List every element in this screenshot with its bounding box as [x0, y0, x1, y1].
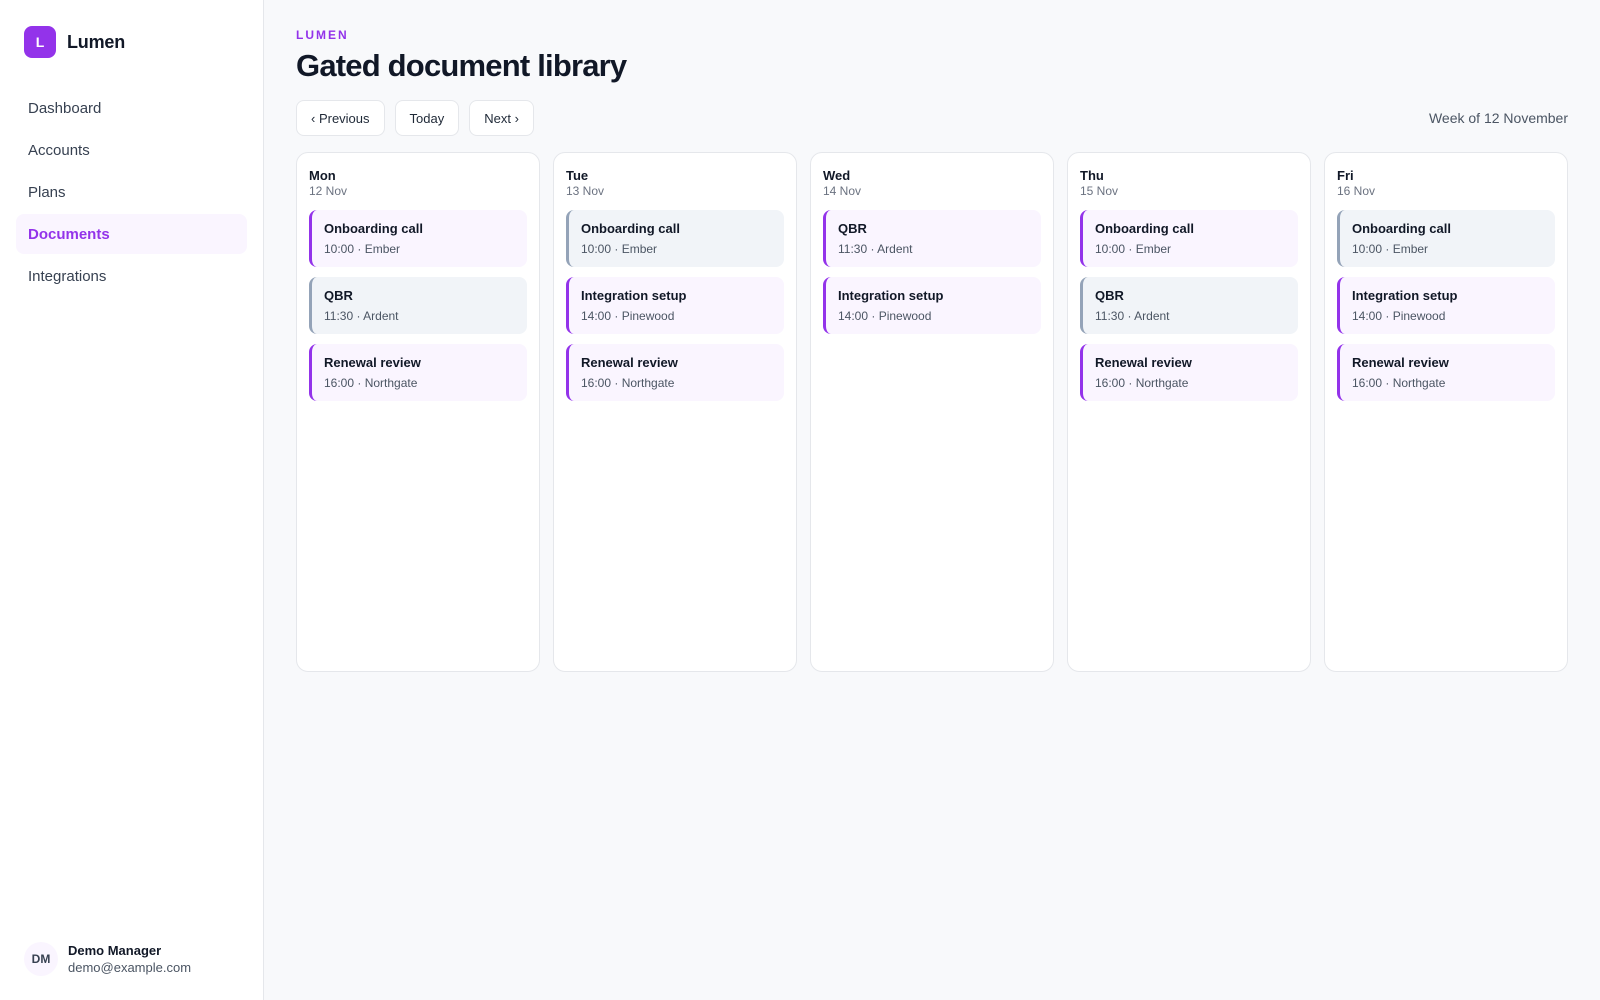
app-shell: L Lumen Dashboard Accounts Plans Documen…	[0, 0, 1600, 1000]
event-list: Onboarding call 10:00 · Ember Integratio…	[1337, 210, 1555, 401]
event-card[interactable]: Integration setup 14:00 · Pinewood	[1337, 277, 1555, 334]
brand-name: Lumen	[67, 31, 126, 52]
day-column-fri: Fri 16 Nov Onboarding call 10:00 · Ember…	[1324, 152, 1568, 672]
user-profile[interactable]: DM Demo Manager demo@example.com	[16, 942, 247, 976]
event-list: Onboarding call 10:00 · Ember Integratio…	[566, 210, 784, 401]
event-card[interactable]: Renewal review 16:00 · Northgate	[566, 344, 784, 401]
event-meta: 10:00 · Ember	[1095, 242, 1172, 256]
event-card[interactable]: Onboarding call 10:00 · Ember	[1337, 210, 1555, 267]
day-column-mon: Mon 12 Nov Onboarding call 10:00 · Ember…	[296, 152, 540, 672]
event-title: Renewal review	[1352, 355, 1449, 370]
event-title: Renewal review	[1095, 355, 1192, 370]
event-meta: 14:00 · Pinewood	[838, 309, 932, 323]
event-title: Renewal review	[581, 355, 678, 370]
day-date: 14 Nov	[823, 184, 862, 198]
event-card[interactable]: Onboarding call 10:00 · Ember	[566, 210, 784, 267]
week-grid: Mon 12 Nov Onboarding call 10:00 · Ember…	[296, 152, 1568, 672]
event-card[interactable]: Renewal review 16:00 · Northgate	[1337, 344, 1555, 401]
event-title: Onboarding call	[1095, 221, 1194, 236]
day-name: Mon	[309, 168, 336, 183]
day-date: 16 Nov	[1337, 184, 1376, 198]
event-list: QBR 11:30 · Ardent Integration setup 14:…	[823, 210, 1041, 334]
user-name: Demo Manager	[68, 943, 162, 958]
event-meta: 16:00 · Northgate	[581, 376, 675, 390]
sidebar-nav: Dashboard Accounts Plans Documents Integ…	[16, 88, 247, 296]
day-column-tue: Tue 13 Nov Onboarding call 10:00 · Ember…	[553, 152, 797, 672]
sidebar-item-plans[interactable]: Plans	[16, 172, 247, 212]
event-meta: 16:00 · Northgate	[1352, 376, 1446, 390]
brand-logo-icon: L	[24, 26, 56, 58]
day-name: Thu	[1080, 168, 1104, 183]
event-meta: 14:00 · Pinewood	[581, 309, 675, 323]
event-meta: 10:00 · Ember	[324, 242, 401, 256]
event-title: Onboarding call	[324, 221, 423, 236]
page-eyebrow: LUMEN	[296, 28, 349, 42]
next-week-button[interactable]: Next ›	[469, 100, 534, 136]
day-name: Wed	[823, 168, 851, 183]
day-date: 13 Nov	[566, 184, 605, 198]
previous-week-button[interactable]: ‹ Previous	[296, 100, 385, 136]
sidebar-item-dashboard[interactable]: Dashboard	[16, 88, 247, 128]
event-card[interactable]: QBR 11:30 · Ardent	[309, 277, 527, 334]
event-card[interactable]: QBR 11:30 · Ardent	[1080, 277, 1298, 334]
event-list: Onboarding call 10:00 · Ember QBR 11:30 …	[1080, 210, 1298, 401]
avatar: DM	[24, 942, 58, 976]
event-card[interactable]: Onboarding call 10:00 · Ember	[309, 210, 527, 267]
event-meta: 10:00 · Ember	[1352, 242, 1429, 256]
event-title: Renewal review	[324, 355, 421, 370]
event-meta: 16:00 · Northgate	[324, 376, 418, 390]
event-meta: 11:30 · Ardent	[1095, 309, 1170, 323]
page-title: Gated document library	[296, 48, 627, 83]
event-title: Integration setup	[581, 288, 687, 303]
week-label: Week of 12 November	[1428, 110, 1568, 126]
user-email: demo@example.com	[68, 960, 192, 975]
sidebar-item-integrations[interactable]: Integrations	[16, 256, 247, 296]
event-card[interactable]: QBR 11:30 · Ardent	[823, 210, 1041, 267]
event-meta: 10:00 · Ember	[581, 242, 658, 256]
sidebar-item-documents[interactable]: Documents	[16, 214, 247, 254]
event-meta: 11:30 · Ardent	[838, 242, 913, 256]
event-title: QBR	[324, 288, 353, 303]
event-title: QBR	[1095, 288, 1124, 303]
event-card[interactable]: Renewal review 16:00 · Northgate	[1080, 344, 1298, 401]
event-meta: 14:00 · Pinewood	[1352, 309, 1446, 323]
user-info: Demo Manager demo@example.com	[68, 943, 191, 975]
day-name: Tue	[566, 168, 589, 183]
sidebar-item-accounts[interactable]: Accounts	[16, 130, 247, 170]
day-name: Fri	[1337, 168, 1354, 183]
calendar-toolbar: ‹ Previous Today Next › Week of 12 Novem…	[296, 100, 1568, 136]
event-card[interactable]: Integration setup 14:00 · Pinewood	[566, 277, 784, 334]
sidebar: L Lumen Dashboard Accounts Plans Documen…	[0, 0, 264, 1000]
event-meta: 11:30 · Ardent	[324, 309, 399, 323]
day-column-wed: Wed 14 Nov QBR 11:30 · Ardent Integratio…	[810, 152, 1054, 672]
event-title: Onboarding call	[581, 221, 680, 236]
event-card[interactable]: Onboarding call 10:00 · Ember	[1080, 210, 1298, 267]
today-button[interactable]: Today	[394, 100, 460, 136]
event-title: Onboarding call	[1352, 221, 1451, 236]
event-card[interactable]: Renewal review 16:00 · Northgate	[309, 344, 527, 401]
event-title: Integration setup	[1352, 288, 1458, 303]
day-date: 12 Nov	[309, 184, 348, 198]
day-date: 15 Nov	[1080, 184, 1119, 198]
main-content: LUMEN Gated document library ‹ Previous …	[264, 0, 1600, 1000]
event-title: Integration setup	[838, 288, 944, 303]
brand[interactable]: L Lumen	[16, 26, 247, 58]
event-list: Onboarding call 10:00 · Ember QBR 11:30 …	[309, 210, 527, 401]
day-column-thu: Thu 15 Nov Onboarding call 10:00 · Ember…	[1067, 152, 1311, 672]
event-card[interactable]: Integration setup 14:00 · Pinewood	[823, 277, 1041, 334]
event-meta: 16:00 · Northgate	[1095, 376, 1189, 390]
event-title: QBR	[838, 221, 867, 236]
